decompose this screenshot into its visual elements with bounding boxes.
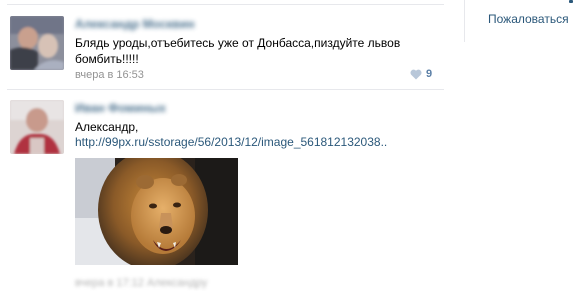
sidebar-divider — [464, 0, 465, 42]
attached-photo[interactable] — [75, 158, 238, 265]
comment-timestamp[interactable]: вчера в 16:53 — [75, 69, 144, 81]
comment-text: Блядь уроды,отъебитесь уже от Донбасса,п… — [75, 35, 400, 67]
comment-timestamp[interactable]: вчера в 17:12 Александру — [75, 277, 207, 289]
separator — [7, 89, 444, 90]
comment-link[interactable]: http://99px.ru/sstorage/56/2013/12/image… — [75, 135, 387, 149]
avatar[interactable] — [10, 100, 64, 154]
comment-text-line: бомбить!!!!! — [75, 52, 139, 66]
like-count: 9 — [426, 68, 433, 80]
comments-feed: Александр Москвин Блядь уроды,отъебитесь… — [0, 0, 444, 291]
avatar-photo — [10, 100, 64, 154]
avatar-photo — [10, 16, 64, 70]
comment-author[interactable]: Иван Фоминых — [75, 101, 166, 115]
like-button[interactable]: 9 — [410, 68, 432, 80]
report-link[interactable]: Пожаловаться — [488, 12, 569, 26]
separator — [7, 4, 444, 5]
sidebar-marker — [569, 0, 573, 3]
comment-author[interactable]: Александр Москвин — [75, 17, 195, 31]
heart-icon — [410, 69, 422, 79]
comment-text: Александр, — [75, 120, 139, 134]
lion-photo — [75, 158, 238, 265]
avatar[interactable] — [10, 16, 64, 70]
comment-text-line: Блядь уроды,отъебитесь уже от Донбасса,п… — [75, 36, 401, 50]
